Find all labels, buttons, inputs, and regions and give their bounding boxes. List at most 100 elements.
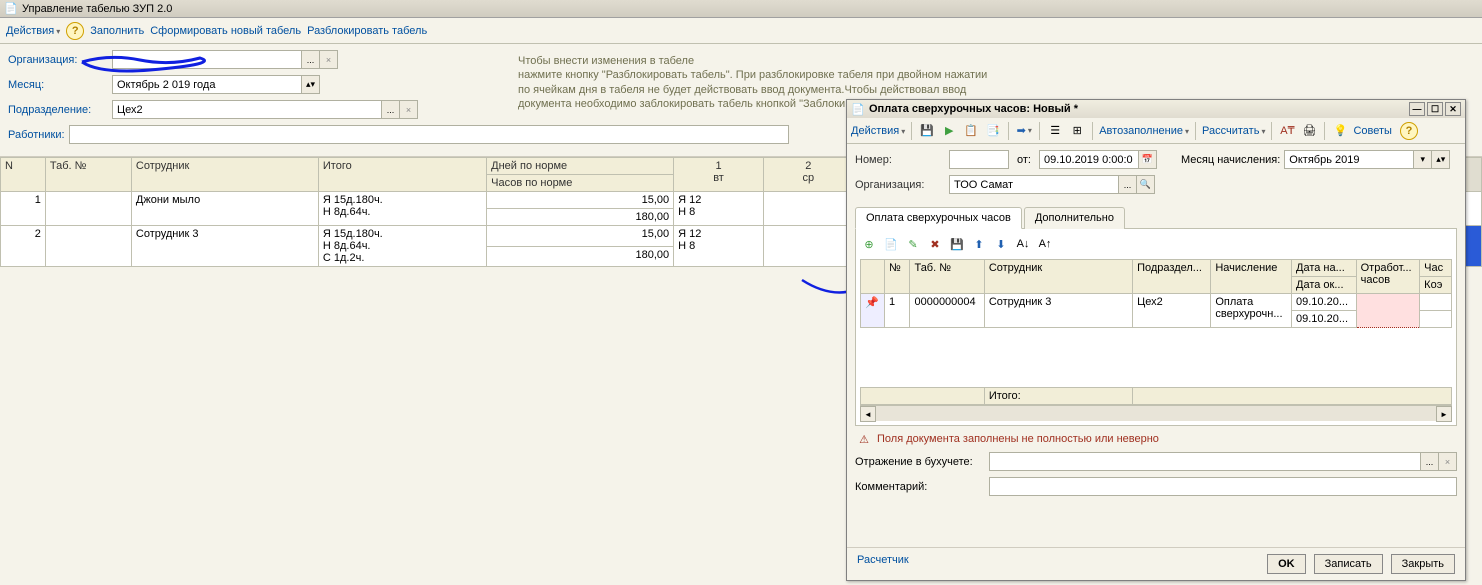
accrual-select-button[interactable]: ▾	[1414, 150, 1432, 169]
dept-select-button[interactable]: ...	[382, 100, 400, 119]
fill-button[interactable]: Заполнить	[90, 25, 144, 37]
save-button[interactable]: Записать	[1314, 554, 1383, 574]
col-n[interactable]: N	[1, 158, 46, 192]
accrual-month-label: Месяц начисления:	[1181, 154, 1280, 166]
at-icon[interactable]: A₸	[1278, 122, 1296, 140]
go-icon[interactable]: ➡	[1015, 122, 1033, 140]
copy-row-icon[interactable]: 📄	[882, 235, 900, 253]
scroll-left-icon[interactable]: ◄	[860, 406, 876, 422]
doc-icon: 📄	[851, 102, 865, 116]
dialog-title-bar[interactable]: 📄 Оплата сверхурочных часов: Новый * — ☐…	[847, 100, 1465, 118]
accrual-month-input[interactable]	[1284, 150, 1414, 169]
dcol-n[interactable]: №	[885, 260, 910, 294]
grid-toolbar: ⊕ 📄 ✎ ✖ 💾 ⬆ ⬇ A↓ A↑	[860, 233, 1452, 259]
col-days-norm[interactable]: Дней по норме	[487, 158, 674, 175]
acc-reflect-clear-button[interactable]: ×	[1439, 452, 1457, 471]
tab-main[interactable]: Оплата сверхурочных часов	[855, 207, 1022, 229]
move-down-icon[interactable]: ⬇	[992, 235, 1010, 253]
dialog-toolbar: Действия 💾 ▶ 📋 📑 ➡ ☰ ⊞ Автозаполнение Ра…	[847, 118, 1465, 144]
dialog-title: Оплата сверхурочных часов: Новый *	[869, 103, 1078, 115]
calc-menu[interactable]: Рассчитать	[1202, 125, 1265, 137]
col-total[interactable]: Итого	[318, 158, 486, 192]
org-input[interactable]	[112, 50, 302, 69]
dialog-help-icon[interactable]: ?	[1400, 122, 1418, 140]
dialog-org-input[interactable]	[949, 175, 1119, 194]
overtime-dialog: 📄 Оплата сверхурочных часов: Новый * — ☐…	[846, 99, 1466, 581]
comment-label: Комментарий:	[855, 481, 985, 493]
from-label: от:	[1017, 154, 1031, 166]
month-spinner[interactable]: ▴▾	[302, 75, 320, 94]
month-label: Месяц:	[8, 79, 108, 91]
edit-row-icon[interactable]: ✎	[904, 235, 922, 253]
ok-button[interactable]: OK	[1267, 554, 1306, 574]
comment-input[interactable]	[989, 477, 1457, 496]
dcol-accrual[interactable]: Начисление	[1211, 260, 1292, 294]
dept-clear-button[interactable]: ×	[400, 100, 418, 119]
from-input[interactable]	[1039, 150, 1139, 169]
struct-icon[interactable]: ⊞	[1068, 122, 1086, 140]
help-icon[interactable]: ?	[66, 22, 84, 40]
scroll-right-icon[interactable]: ►	[1436, 406, 1452, 422]
close-dialog-button[interactable]: Закрыть	[1391, 554, 1455, 574]
new-tabel-button[interactable]: Сформировать новый табель	[150, 25, 301, 37]
move-up-icon[interactable]: ⬆	[970, 235, 988, 253]
minimize-button[interactable]: —	[1409, 102, 1425, 116]
tree-icon[interactable]: ☰	[1046, 122, 1064, 140]
sort-desc-icon[interactable]: A↑	[1036, 235, 1054, 253]
org-select-button[interactable]: ...	[302, 50, 320, 69]
acc-reflect-input[interactable]	[989, 452, 1421, 471]
dialog-org-search-button[interactable]: 🔍	[1137, 175, 1155, 194]
window-title: Управление табелью ЗУП 2.0	[22, 3, 172, 15]
print-icon[interactable]: 🖨	[1300, 122, 1318, 140]
acc-reflect-label: Отражение в бухучете:	[855, 456, 985, 468]
close-button[interactable]: ✕	[1445, 102, 1461, 116]
dialog-org-select-button[interactable]: ...	[1119, 175, 1137, 194]
save-icon[interactable]: 💾	[918, 122, 936, 140]
autofill-menu[interactable]: Автозаполнение	[1099, 125, 1189, 137]
month-input[interactable]	[112, 75, 302, 94]
col-day-2[interactable]: 2ср	[763, 158, 853, 192]
dialog-actions-menu[interactable]: Действия	[851, 125, 905, 137]
acc-reflect-select-button[interactable]: ...	[1421, 452, 1439, 471]
col-emp[interactable]: Сотрудник	[131, 158, 318, 192]
dcol-dept[interactable]: Подраздел...	[1133, 260, 1211, 294]
tips-button[interactable]: Советы	[1353, 125, 1391, 137]
disk-icon[interactable]: 💾	[948, 235, 966, 253]
maximize-button[interactable]: ☐	[1427, 102, 1443, 116]
horizontal-scrollbar[interactable]: ◄ ►	[860, 405, 1452, 421]
add-row-icon[interactable]: ⊕	[860, 235, 878, 253]
post-icon[interactable]: ▶	[940, 122, 958, 140]
calendar-button[interactable]: 📅	[1139, 150, 1157, 169]
num-input[interactable]	[949, 150, 1009, 169]
main-title-bar: 📄 Управление табелью ЗУП 2.0	[0, 0, 1482, 18]
org-label: Организация:	[8, 54, 108, 66]
basis-icon[interactable]: 📑	[984, 122, 1002, 140]
dcol-tab[interactable]: Таб. №	[910, 260, 984, 294]
tips-lamp-icon[interactable]: 💡	[1331, 122, 1349, 140]
accrual-spinner[interactable]: ▴▾	[1432, 150, 1450, 169]
dept-label: Подразделение:	[8, 104, 108, 116]
col-day-1[interactable]: 1вт	[674, 158, 764, 192]
delete-row-icon[interactable]: ✖	[926, 235, 944, 253]
sort-asc-icon[interactable]: A↓	[1014, 235, 1032, 253]
warning-icon: ⚠	[857, 432, 871, 446]
org-clear-button[interactable]: ×	[320, 50, 338, 69]
error-text: Поля документа заполнены не полностью ил…	[877, 433, 1159, 445]
actions-menu[interactable]: Действия	[6, 25, 60, 37]
table-row[interactable]: 📌 1 0000000004 Сотрудник 3 Цех2 Оплата с…	[861, 294, 1452, 311]
app-icon: 📄	[4, 2, 18, 16]
col-tab[interactable]: Таб. №	[45, 158, 131, 192]
list-icon[interactable]: 📋	[962, 122, 980, 140]
col-hours-norm[interactable]: Часов по норме	[487, 175, 674, 192]
dcol-date-to[interactable]: Дата ок...	[1292, 277, 1357, 294]
dcol-hours[interactable]: Отработ... часов	[1356, 260, 1420, 294]
dept-input[interactable]	[112, 100, 382, 119]
dcol-date-from[interactable]: Дата на...	[1292, 260, 1357, 277]
calc-link[interactable]: Расчетчик	[857, 554, 909, 574]
unlock-button[interactable]: Разблокировать табель	[307, 25, 427, 37]
dcol-emp[interactable]: Сотрудник	[984, 260, 1132, 294]
tab-additional[interactable]: Дополнительно	[1024, 207, 1125, 229]
overtime-grid[interactable]: № Таб. № Сотрудник Подраздел... Начислен…	[860, 259, 1452, 405]
footer-total-label: Итого:	[984, 388, 1132, 405]
workers-label: Работники:	[8, 129, 65, 141]
